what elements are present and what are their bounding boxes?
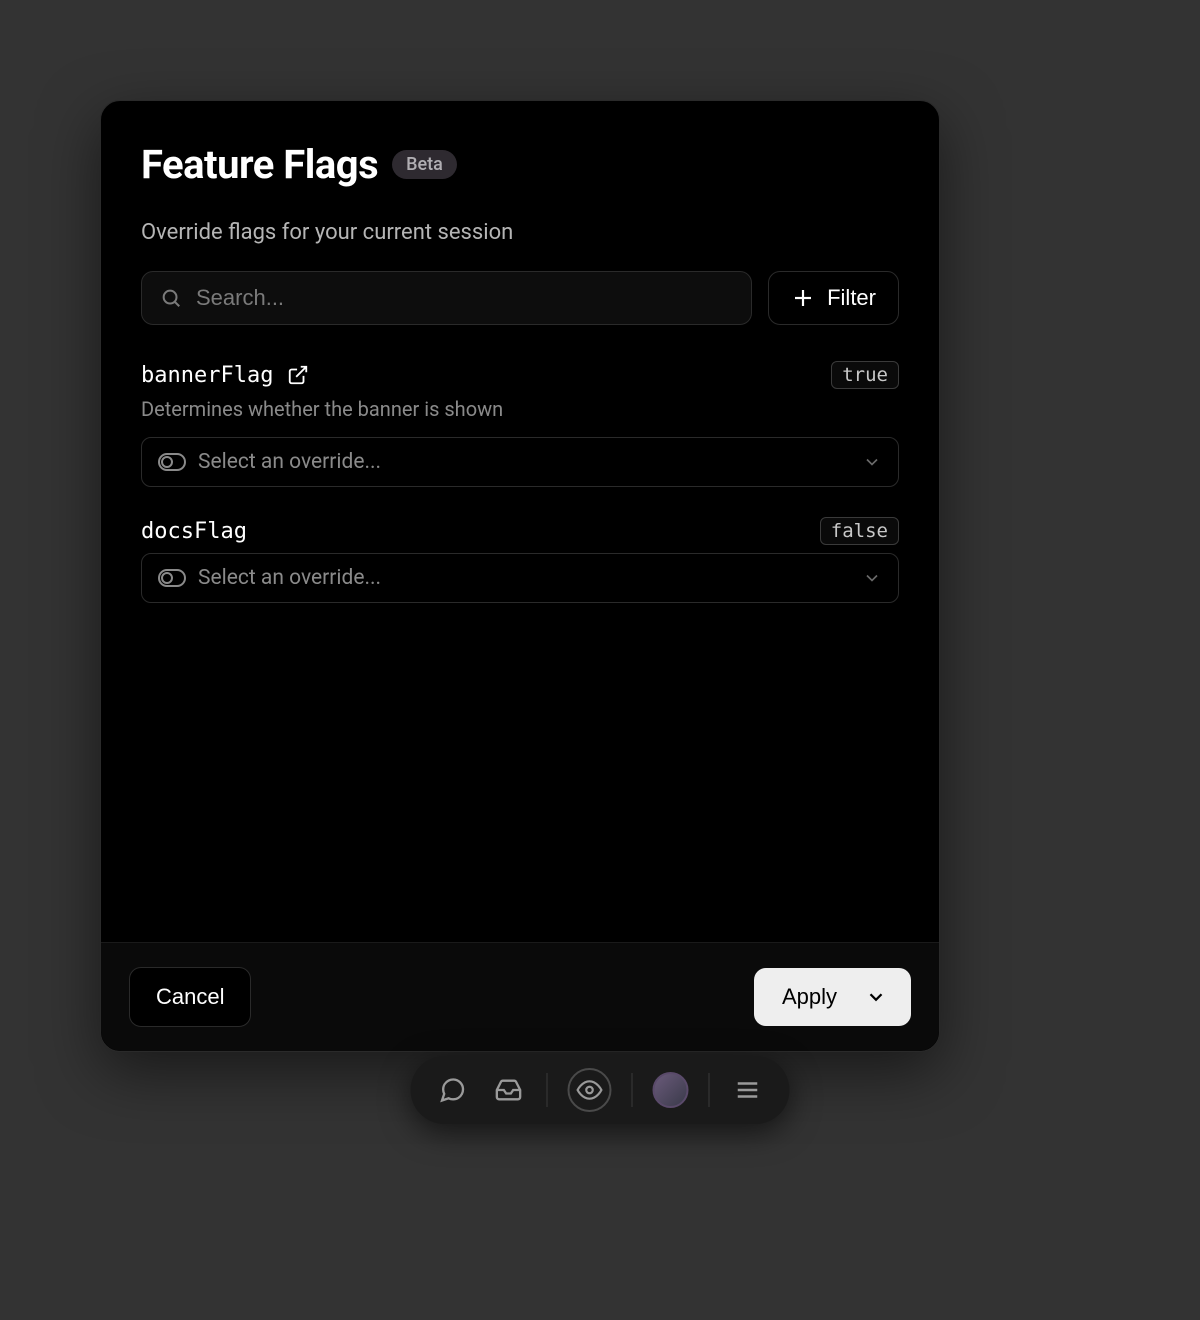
divider: [547, 1073, 548, 1107]
flag-header: bannerFlag true: [141, 361, 899, 389]
title-row: Feature Flags Beta: [141, 141, 899, 188]
flag-value-badge: false: [820, 517, 899, 545]
external-link-icon[interactable]: [287, 364, 309, 386]
toggle-icon: [158, 569, 186, 587]
override-select[interactable]: Select an override...: [141, 437, 899, 487]
menu-icon[interactable]: [730, 1072, 766, 1108]
avatar[interactable]: [653, 1072, 689, 1108]
flag-name: bannerFlag: [141, 363, 273, 388]
divider: [709, 1073, 710, 1107]
flag-name: docsFlag: [141, 519, 247, 544]
search-box[interactable]: [141, 271, 752, 325]
beta-badge: Beta: [392, 150, 457, 179]
flag-description: Determines whether the banner is shown: [141, 397, 899, 421]
search-icon: [160, 287, 182, 309]
flag-header: docsFlag false: [141, 517, 899, 545]
flag-name-wrap: bannerFlag: [141, 363, 309, 388]
modal-body: Feature Flags Beta Override flags for yo…: [101, 101, 939, 942]
modal-subtitle: Override flags for your current session: [141, 220, 899, 245]
chevron-down-icon: [862, 568, 882, 588]
override-placeholder: Select an override...: [198, 566, 850, 590]
visibility-toggle[interactable]: [568, 1068, 612, 1112]
chevron-down-icon: [865, 986, 887, 1008]
cancel-button[interactable]: Cancel: [129, 967, 251, 1027]
apply-label: Apply: [782, 984, 837, 1010]
flag-value-badge: true: [831, 361, 899, 389]
apply-button[interactable]: Apply: [754, 968, 911, 1026]
feature-flags-modal: Feature Flags Beta Override flags for yo…: [100, 100, 940, 1052]
override-select[interactable]: Select an override...: [141, 553, 899, 603]
toggle-icon: [158, 453, 186, 471]
flag-item: docsFlag false Select an override...: [141, 517, 899, 603]
plus-icon: [791, 286, 815, 310]
filter-label: Filter: [827, 285, 876, 311]
override-placeholder: Select an override...: [198, 450, 850, 474]
search-input[interactable]: [196, 285, 733, 311]
chat-icon[interactable]: [435, 1072, 471, 1108]
bottom-toolbar: [411, 1056, 790, 1124]
inbox-icon[interactable]: [491, 1072, 527, 1108]
flag-item: bannerFlag true Determines whether the b…: [141, 361, 899, 487]
chevron-down-icon: [862, 452, 882, 472]
divider: [632, 1073, 633, 1107]
flag-name-wrap: docsFlag: [141, 519, 247, 544]
search-row: Filter: [141, 271, 899, 325]
filter-button[interactable]: Filter: [768, 271, 899, 325]
modal-title: Feature Flags: [141, 141, 378, 188]
modal-footer: Cancel Apply: [101, 942, 939, 1051]
